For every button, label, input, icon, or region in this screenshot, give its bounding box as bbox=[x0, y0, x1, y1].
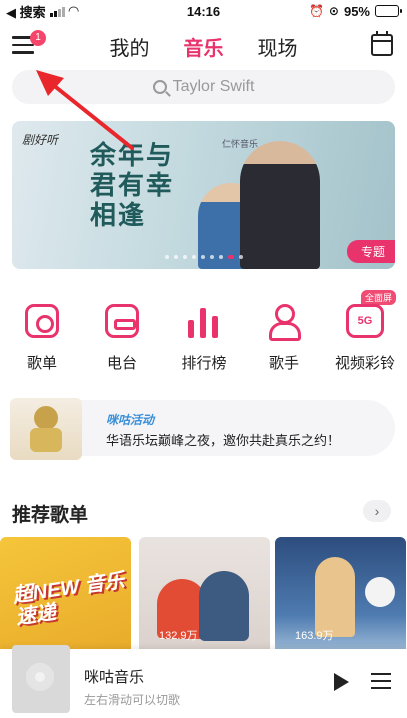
activity-tag: 咪咕活动 bbox=[106, 413, 155, 427]
battery-icon bbox=[375, 5, 402, 17]
playlist-icon[interactable] bbox=[371, 673, 391, 691]
cover-figure bbox=[365, 577, 395, 607]
banner-title: 余年与君有幸相逢 bbox=[90, 141, 175, 231]
search-bar[interactable]: Taylor Swift bbox=[12, 70, 395, 104]
calendar-line bbox=[373, 40, 391, 42]
quick-item-video-ringtone[interactable]: 全面屏 5G 视频彩铃 bbox=[328, 290, 402, 373]
status-right: ⏰ ⊙ 95% bbox=[308, 3, 402, 19]
songlist-icon bbox=[25, 304, 59, 338]
quick-item-label: 歌手 bbox=[268, 355, 299, 372]
section-title-recommended-playlists: 推荐歌单 bbox=[12, 505, 89, 526]
search-placeholder: Taylor Swift bbox=[172, 78, 255, 95]
radio-icon bbox=[105, 304, 139, 338]
quick-item-label: 视频彩铃 bbox=[334, 355, 395, 372]
chart-icon bbox=[187, 304, 221, 338]
chart-bar bbox=[200, 308, 206, 338]
quick-item-label: 电台 bbox=[106, 355, 137, 372]
orientation-lock-icon: ⊙ bbox=[328, 4, 339, 18]
playlist-card[interactable]: 超NEW 音乐速递 bbox=[0, 537, 131, 649]
tab-live[interactable]: 现场 bbox=[258, 32, 298, 61]
player-title: 咪咕音乐 bbox=[84, 669, 145, 686]
fullscreen-badge: 全面屏 bbox=[360, 290, 396, 305]
player-subtitle: 左右滑动可以切歌 bbox=[84, 693, 181, 707]
search-icon bbox=[152, 80, 167, 94]
chart-bar bbox=[212, 316, 218, 338]
quick-item-songlist[interactable]: 歌单 bbox=[6, 296, 78, 373]
more-button[interactable]: › bbox=[363, 500, 391, 522]
calendar-icon[interactable] bbox=[371, 31, 393, 56]
singer-icon bbox=[267, 304, 301, 341]
page-dot-active bbox=[227, 255, 234, 259]
top-tabs: 我的 音乐 现场 bbox=[0, 32, 407, 61]
playlist-cover-text: 超NEW 音乐速递 bbox=[11, 569, 126, 629]
page-dot bbox=[238, 255, 243, 259]
video-ringtone-icon: 5G bbox=[346, 304, 384, 338]
page-dot bbox=[182, 255, 187, 259]
page-dot bbox=[218, 255, 223, 259]
quick-item-label: 排行榜 bbox=[181, 355, 227, 372]
chart-bar bbox=[188, 320, 194, 338]
page-dot bbox=[200, 255, 205, 259]
quick-item-label: 歌单 bbox=[26, 355, 57, 372]
playlist-cards: 超NEW 音乐速递 132.9万 163.9万 bbox=[0, 537, 407, 649]
quick-item-singer[interactable]: 歌手 bbox=[248, 296, 320, 373]
quick-menu: 歌单 电台 排行榜 歌手 全面屏 5G 视频彩铃 bbox=[0, 290, 407, 372]
cover-figure bbox=[315, 557, 355, 637]
page-dot bbox=[191, 255, 196, 259]
playlist-line bbox=[371, 673, 391, 675]
page-dot bbox=[209, 255, 214, 259]
cover-figure bbox=[199, 571, 249, 641]
activity-text: 华语乐坛巅峰之夜，邀你共赴真乐之约！ bbox=[106, 433, 341, 448]
activity-banner[interactable]: 咪咕活动 华语乐坛巅峰之夜，邀你共赴真乐之约！ bbox=[10, 398, 395, 460]
quick-item-radio[interactable]: 电台 bbox=[86, 296, 158, 373]
battery-percent: 95% bbox=[343, 3, 370, 19]
status-bar: ◀ 搜索 ◠ 14:16 ⏰ ⊙ 95% bbox=[0, 0, 407, 22]
playlist-card[interactable]: 163.9万 bbox=[275, 537, 406, 649]
activity-thumbnail bbox=[10, 398, 82, 460]
alarm-icon: ⏰ bbox=[308, 4, 324, 18]
banner-brand-logo: 剧好听 bbox=[22, 133, 59, 147]
promo-banner[interactable]: 剧好听 仁怀音乐 余年与君有幸相逢 专题 bbox=[12, 121, 395, 269]
banner-pagination[interactable] bbox=[12, 255, 395, 259]
play-count: 132.9万 bbox=[159, 630, 198, 642]
top-header: 1 我的 音乐 现场 bbox=[0, 26, 407, 66]
mini-player[interactable]: 咪咕音乐 左右滑动可以切歌 bbox=[0, 645, 407, 718]
quick-item-charts[interactable]: 排行榜 bbox=[168, 296, 240, 373]
play-icon[interactable] bbox=[334, 673, 349, 691]
playlist-line bbox=[371, 680, 391, 682]
banner-figure-right bbox=[240, 141, 320, 269]
playlist-line bbox=[371, 687, 391, 689]
page-dot bbox=[164, 255, 169, 259]
banner-partner-logo: 仁怀音乐 bbox=[222, 139, 259, 149]
page-dot bbox=[173, 255, 178, 259]
tab-music[interactable]: 音乐 bbox=[184, 32, 224, 61]
banner-topic-tag[interactable]: 专题 bbox=[346, 240, 395, 263]
album-cover[interactable] bbox=[12, 645, 70, 713]
playlist-card[interactable]: 132.9万 bbox=[139, 537, 270, 649]
play-count: 163.9万 bbox=[295, 630, 334, 642]
tab-mine[interactable]: 我的 bbox=[110, 32, 150, 61]
